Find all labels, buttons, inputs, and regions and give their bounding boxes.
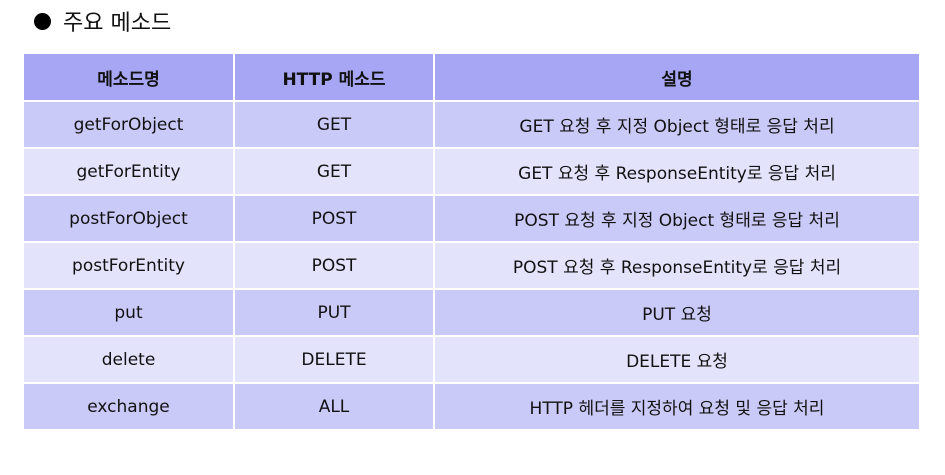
http-method-cell: POST bbox=[233, 241, 435, 290]
table-row: exchange ALL HTTP 헤더를 지정하여 요청 및 응답 처리 bbox=[22, 382, 921, 431]
description-cell: PUT 요청 bbox=[433, 288, 921, 337]
description-cell: DELETE 요청 bbox=[433, 335, 921, 384]
description-cell: POST 요청 후 ResponseEntity로 응답 처리 bbox=[433, 241, 921, 290]
http-method-cell: POST bbox=[233, 194, 435, 243]
http-method-cell: ALL bbox=[233, 382, 435, 431]
table-row: postForEntity POST POST 요청 후 ResponseEnt… bbox=[22, 241, 921, 290]
method-name-cell: postForObject bbox=[22, 194, 235, 243]
column-header-description: 설명 bbox=[433, 52, 921, 102]
method-name-cell: getForObject bbox=[22, 100, 235, 149]
description-cell: GET 요청 후 지정 Object 형태로 응답 처리 bbox=[433, 100, 921, 149]
http-method-cell: GET bbox=[233, 147, 435, 196]
section-title: 주요 메소드 bbox=[63, 11, 172, 36]
table-row: getForEntity GET GET 요청 후 ResponseEntity… bbox=[22, 147, 921, 196]
method-name-cell: put bbox=[22, 288, 235, 337]
http-method-cell: DELETE bbox=[233, 335, 435, 384]
section-heading: 주요 메소드 bbox=[34, 4, 171, 38]
methods-table: 메소드명 HTTP 메소드 설명 getForObject GET GET 요청… bbox=[22, 52, 921, 431]
table-header-row: 메소드명 HTTP 메소드 설명 bbox=[22, 52, 921, 102]
method-name-cell: getForEntity bbox=[22, 147, 235, 196]
description-cell: GET 요청 후 ResponseEntity로 응답 처리 bbox=[433, 147, 921, 196]
description-cell: POST 요청 후 지정 Object 형태로 응답 처리 bbox=[433, 194, 921, 243]
method-name-cell: postForEntity bbox=[22, 241, 235, 290]
table-row: delete DELETE DELETE 요청 bbox=[22, 335, 921, 384]
filled-circle-icon bbox=[34, 12, 51, 30]
table-row: postForObject POST POST 요청 후 지정 Object 형… bbox=[22, 194, 921, 243]
table-row: getForObject GET GET 요청 후 지정 Object 형태로 … bbox=[22, 100, 921, 149]
http-method-cell: GET bbox=[233, 100, 435, 149]
table-row: put PUT PUT 요청 bbox=[22, 288, 921, 337]
column-header-method: 메소드명 bbox=[22, 52, 235, 102]
method-name-cell: delete bbox=[22, 335, 235, 384]
column-header-http: HTTP 메소드 bbox=[233, 52, 435, 102]
description-cell: HTTP 헤더를 지정하여 요청 및 응답 처리 bbox=[433, 382, 921, 431]
method-name-cell: exchange bbox=[22, 382, 235, 431]
http-method-cell: PUT bbox=[233, 288, 435, 337]
